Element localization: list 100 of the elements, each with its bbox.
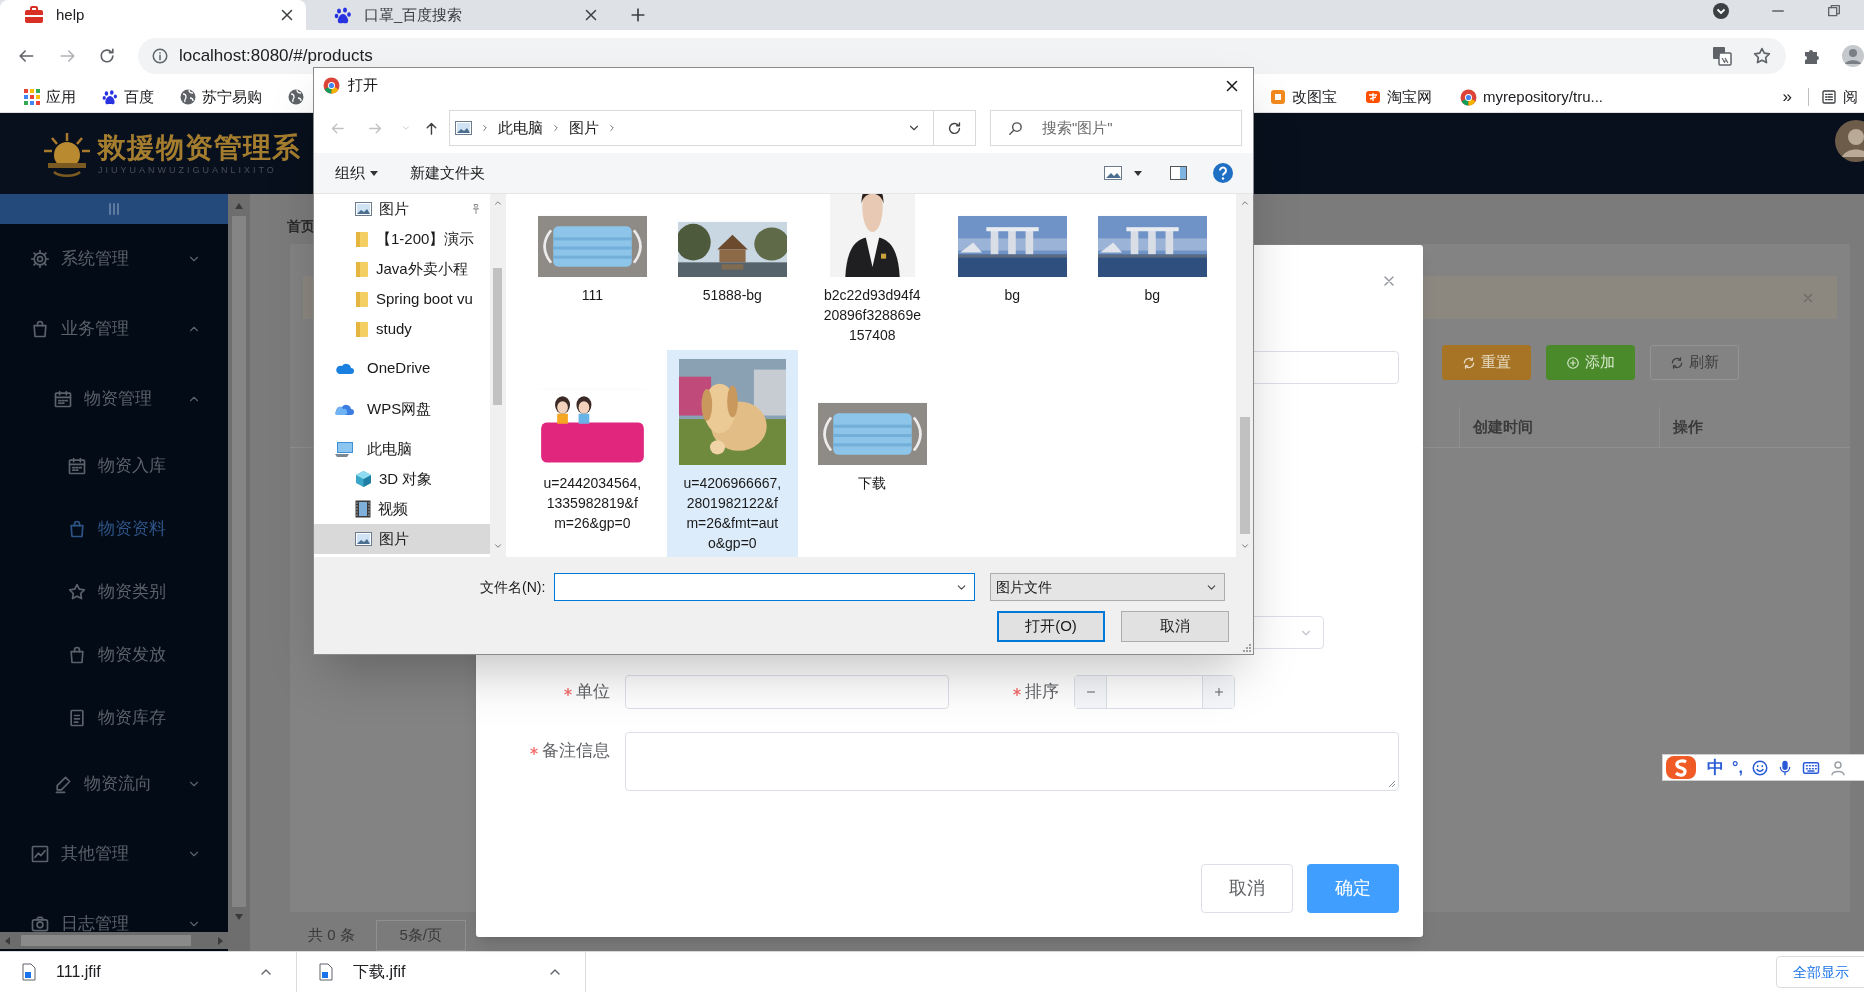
nav-item[interactable]: study xyxy=(314,314,490,344)
translate-icon[interactable] xyxy=(1712,46,1732,66)
file-tile[interactable]: b2c22d93d94f420896f328869e157408 xyxy=(806,194,938,345)
bookmark[interactable]: 改图宝 xyxy=(1270,85,1337,109)
file-name: 111 xyxy=(580,286,604,305)
show-all-button[interactable]: 全部显示 xyxy=(1776,956,1864,988)
file-tile[interactable]: 51888-bg xyxy=(666,194,798,345)
scrollbar[interactable] xyxy=(489,194,506,557)
dropdown-icon[interactable] xyxy=(1712,2,1730,20)
bookmark[interactable]: myrepository/tru... xyxy=(1460,85,1604,109)
reading-list-button[interactable]: 阅 xyxy=(1821,85,1858,109)
field-label: 备注信息 xyxy=(542,740,610,762)
input-field[interactable] xyxy=(625,675,949,709)
search-field[interactable]: 搜索"图片" xyxy=(989,110,1242,146)
ime-logo-icon[interactable] xyxy=(1665,755,1699,780)
scroll-thumb[interactable] xyxy=(21,935,191,946)
download-item[interactable]: 下载.jfif xyxy=(297,951,586,992)
filename-field[interactable] xyxy=(554,573,976,601)
scroll-down-icon xyxy=(1239,541,1250,551)
address-bar[interactable]: localhost:8080/#/products xyxy=(137,38,1786,74)
address-field[interactable]: 此电脑 图片 xyxy=(448,110,935,146)
bookmark[interactable]: 淘宝网 xyxy=(1365,85,1432,109)
camera-icon xyxy=(30,914,50,934)
file-icon xyxy=(319,963,333,981)
scroll-left-icon[interactable] xyxy=(3,935,13,946)
new-folder-button[interactable]: 新建文件夹 xyxy=(410,161,485,185)
smiley-icon[interactable] xyxy=(1750,758,1769,777)
collapse-icon[interactable] xyxy=(106,201,122,217)
field-label: 文件名(N): xyxy=(480,577,546,597)
caret-icon[interactable] xyxy=(1134,170,1142,176)
info-icon[interactable] xyxy=(150,47,169,65)
preview-pane-icon[interactable] xyxy=(1170,166,1187,180)
ime-mode[interactable]: 中 xyxy=(1707,754,1724,781)
nav-item[interactable]: 图片 xyxy=(314,194,490,224)
refresh-button[interactable] xyxy=(934,110,976,146)
plus-icon[interactable] xyxy=(1212,686,1225,698)
chrome-icon xyxy=(323,77,340,94)
path-segment[interactable]: 图片 xyxy=(568,116,599,140)
paw-icon xyxy=(102,89,118,105)
nav-item[interactable]: 3D 对象 xyxy=(314,464,490,494)
dialog-button[interactable]: 取消 xyxy=(1201,864,1293,913)
scroll-up-icon xyxy=(1239,198,1250,208)
more-bookmarks-button[interactable]: » xyxy=(1782,84,1792,110)
apps-icon xyxy=(24,89,40,105)
scroll-up-icon[interactable] xyxy=(234,202,244,210)
download-item[interactable]: 111.jfif xyxy=(0,951,297,992)
horizontal-scrollbar[interactable] xyxy=(0,932,228,949)
nav-item[interactable]: WPS网盘 xyxy=(314,394,490,424)
scroll-up-icon xyxy=(492,198,503,208)
scroll-thumb[interactable] xyxy=(493,268,503,405)
cloud-icon xyxy=(334,402,354,416)
scrollbar[interactable] xyxy=(1236,194,1253,557)
pictures-icon xyxy=(355,202,372,216)
calendar-icon xyxy=(53,389,73,409)
pen-icon xyxy=(53,774,73,794)
bookmark[interactable]: 应用 xyxy=(24,85,76,109)
scrollbar[interactable] xyxy=(228,194,250,951)
path-segment[interactable]: 此电脑 xyxy=(497,116,543,140)
nav-item[interactable]: 此电脑 xyxy=(314,434,490,464)
number-input[interactable] xyxy=(1074,675,1235,709)
document-icon xyxy=(67,707,87,728)
file-name: 51888-bg xyxy=(701,286,763,305)
avatar-icon[interactable] xyxy=(1841,45,1864,67)
resize-grip-icon[interactable] xyxy=(1388,780,1396,788)
scroll-thumb[interactable] xyxy=(1239,417,1250,534)
nav-item[interactable]: Java外卖小程 xyxy=(314,254,490,284)
file-tile[interactable]: u=4206966667,2801982122&fm=26&fmt=auto&gp=0 xyxy=(666,350,798,557)
nav-item[interactable]: Spring boot vu xyxy=(314,284,490,314)
textarea-field[interactable] xyxy=(625,732,1399,791)
scroll-down-icon[interactable] xyxy=(234,913,244,921)
nav-item[interactable]: 图片 xyxy=(314,524,490,554)
ime-punctuation[interactable]: °, xyxy=(1732,755,1743,780)
file-tile[interactable]: bg xyxy=(1086,194,1218,345)
filetype-select[interactable]: 图片文件 xyxy=(990,573,1226,601)
star-icon xyxy=(67,581,87,602)
restore-icon[interactable] xyxy=(1826,3,1842,19)
bag-icon xyxy=(30,319,50,339)
nav-item[interactable]: 【1-200】演示 xyxy=(314,224,490,254)
dialog-button[interactable]: 打开(O) xyxy=(997,611,1105,642)
person-icon[interactable] xyxy=(1828,758,1847,777)
pictures-icon xyxy=(355,532,372,546)
nav-item[interactable]: OneDrive xyxy=(314,353,490,383)
star-icon[interactable] xyxy=(1752,46,1772,66)
file-tile[interactable]: u=2442034564,1335982819&fm=26&gp=0 xyxy=(526,350,658,557)
bookmark[interactable]: 百度 xyxy=(102,85,154,109)
file-tile[interactable]: 111 xyxy=(526,194,658,345)
nav-item[interactable]: 视频 xyxy=(314,494,490,524)
resize-grip-icon[interactable] xyxy=(1241,642,1251,652)
browser-tab[interactable]: help xyxy=(0,0,306,30)
file-tile[interactable]: bg xyxy=(946,194,1078,345)
bookmark[interactable]: 苏宁易购 xyxy=(180,85,262,109)
view-icon[interactable] xyxy=(1104,166,1122,180)
logo-title: 救援物资管理系 xyxy=(98,131,301,164)
film-icon xyxy=(355,500,371,518)
calendar-icon xyxy=(67,455,87,476)
dialog-button[interactable]: 取消 xyxy=(1121,611,1229,642)
help-icon[interactable] xyxy=(1213,163,1233,183)
scroll-right-icon[interactable] xyxy=(215,935,225,946)
organize-button[interactable]: 组织 xyxy=(335,161,378,185)
file-tile[interactable]: 下载 xyxy=(806,350,938,557)
